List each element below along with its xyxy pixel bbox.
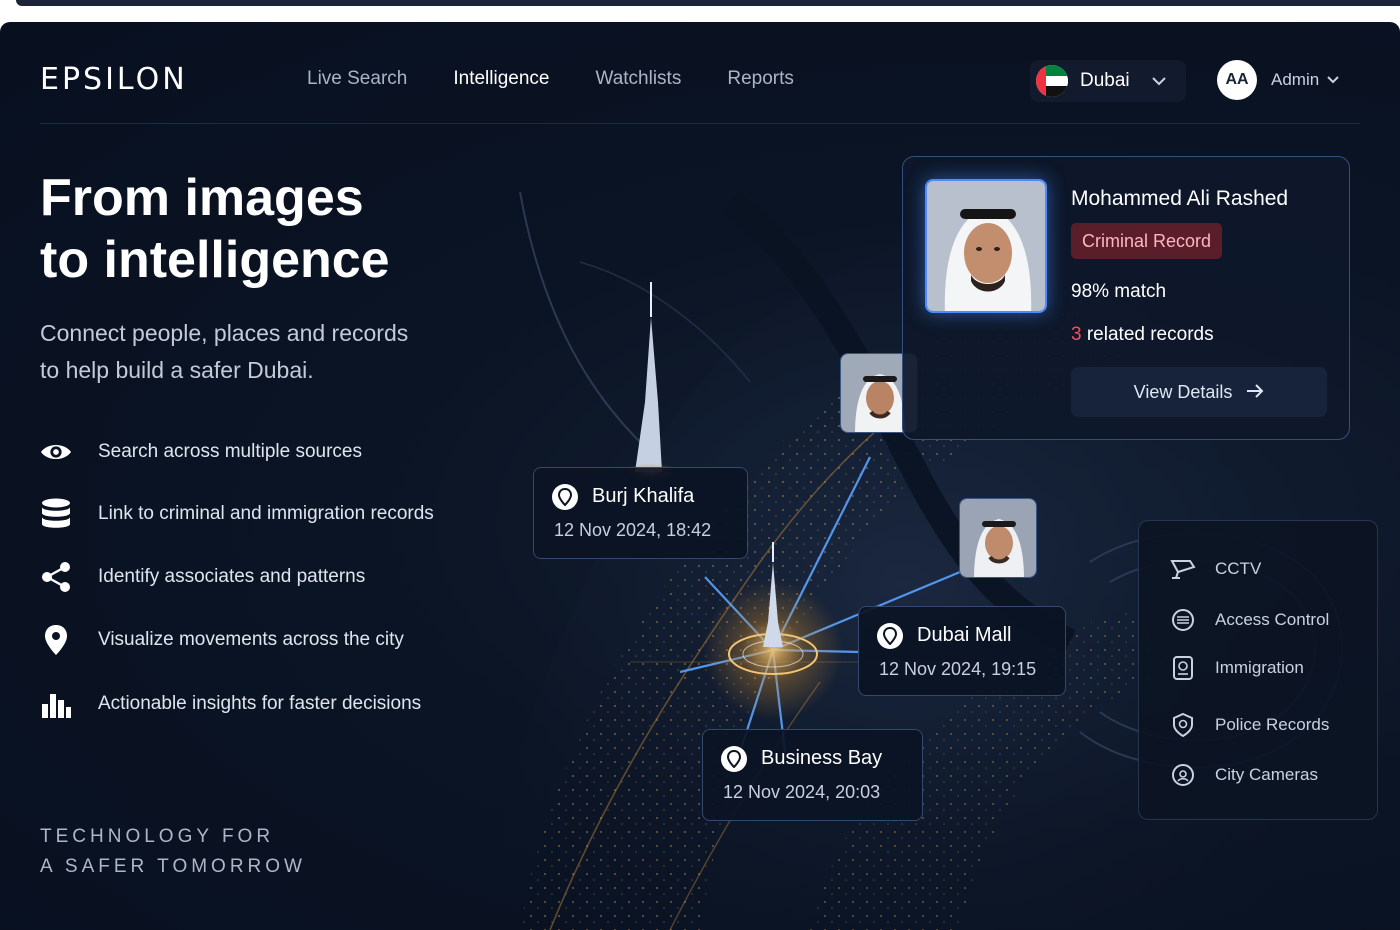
source-label: CCTV [1215, 559, 1262, 578]
source-access-control[interactable]: Access Control [1169, 606, 1329, 634]
police-badge-icon [1169, 711, 1197, 739]
source-immigration[interactable]: Immigration [1169, 654, 1304, 682]
arrow-right-icon [1246, 382, 1264, 403]
city-camera-icon [1169, 761, 1197, 789]
feature-text: Visualize movements across the city [98, 629, 404, 650]
header-divider [40, 123, 1360, 124]
feature-item: Search across multiple sources [40, 434, 510, 470]
browser-top-strip [0, 0, 1400, 22]
bar-chart-icon [40, 688, 72, 720]
status-badge: Criminal Record [1071, 223, 1223, 259]
nav-reports[interactable]: Reports [727, 68, 794, 90]
main-nav: Live Search Intelligence Watchlists Repo… [307, 68, 840, 90]
tagline: TECHNOLOGY FOR A SAFER TOMORROW [40, 822, 306, 882]
user-menu[interactable]: AA Admin [1217, 60, 1339, 100]
city-selector-value: Dubai [1080, 70, 1130, 91]
location-time: 12 Nov 2024, 20:03 [723, 782, 881, 802]
feature-text: Search across multiple sources [98, 441, 362, 462]
location-time: 12 Nov 2024, 18:42 [554, 520, 712, 540]
suspect-name: Mohammed Ali Rashed [1071, 187, 1289, 210]
match-score: 98% match [1071, 281, 1167, 302]
source-label: Immigration [1215, 658, 1304, 677]
location-marker-icon [552, 484, 578, 510]
subtitle-line-2: to help build a safer Dubai. [40, 357, 314, 383]
chevron-down-icon [1151, 73, 1166, 89]
location-name: Burj Khalifa [592, 485, 695, 507]
location-marker-icon [721, 746, 747, 772]
page-subtitle: Connect people, places and records to he… [40, 315, 480, 389]
source-label: Police Records [1215, 715, 1330, 734]
chevron-down-icon [1327, 73, 1339, 87]
associate-photo[interactable] [959, 498, 1037, 578]
title-line-2: to intelligence [40, 231, 390, 289]
feature-item: Link to criminal and immigration records [40, 496, 510, 532]
related-records: 3 related records [1071, 324, 1214, 346]
database-icon [40, 498, 72, 530]
nav-live-search[interactable]: Live Search [307, 68, 407, 90]
share-icon [40, 561, 72, 593]
browser-frame-edge [16, 0, 1400, 6]
nav-watchlists[interactable]: Watchlists [595, 68, 681, 90]
location-card-business-bay[interactable]: Business Bay 12 Nov 2024, 20:03 [702, 729, 923, 821]
feature-item: Identify associates and patterns [40, 559, 510, 595]
tagline-line-1: TECHNOLOGY FOR [40, 826, 275, 847]
uae-flag-icon [1036, 65, 1068, 97]
city-selector[interactable]: Dubai [1030, 60, 1186, 102]
location-name: Dubai Mall [917, 624, 1012, 646]
page-title: From images to intelligence [40, 167, 500, 291]
data-sources-panel: CCTV Access Control Immigration Police R… [1138, 520, 1378, 820]
immigration-icon [1169, 654, 1197, 682]
location-card-dubai-mall[interactable]: Dubai Mall 12 Nov 2024, 19:15 [858, 606, 1066, 696]
eye-icon [40, 436, 72, 468]
view-details-button[interactable]: View Details [1071, 367, 1327, 417]
source-label: Access Control [1215, 610, 1330, 629]
location-time: 12 Nov 2024, 19:15 [879, 659, 1037, 679]
avatar: AA [1217, 60, 1257, 100]
feature-text: Link to criminal and immigration records [98, 503, 434, 524]
subtitle-line-1: Connect people, places and records [40, 320, 409, 346]
related-label: related records [1081, 324, 1214, 345]
access-control-icon [1169, 606, 1197, 634]
cctv-icon [1169, 555, 1197, 583]
user-name: Admin [1271, 70, 1320, 89]
source-police-records[interactable]: Police Records [1169, 711, 1329, 739]
suspect-photo[interactable] [925, 179, 1047, 313]
feature-text: Identify associates and patterns [98, 566, 366, 587]
app-window: EPSILON Live Search Intelligence Watchli… [0, 22, 1400, 930]
location-card-burj-khalifa[interactable]: Burj Khalifa 12 Nov 2024, 18:42 [533, 467, 748, 559]
view-details-label: View Details [1133, 381, 1233, 402]
location-name: Business Bay [761, 747, 883, 769]
source-city-cameras[interactable]: City Cameras [1169, 761, 1318, 789]
nav-intelligence[interactable]: Intelligence [453, 68, 549, 90]
location-marker-icon [877, 623, 903, 649]
title-line-1: From images [40, 169, 364, 227]
feature-text: Actionable insights for faster decisions [98, 693, 422, 714]
source-label: City Cameras [1215, 765, 1318, 784]
related-count: 3 [1071, 324, 1082, 345]
source-cctv[interactable]: CCTV [1169, 555, 1261, 583]
feature-item: Visualize movements across the city [40, 622, 510, 658]
tagline-line-2: A SAFER TOMORROW [40, 856, 306, 877]
location-pin-icon [40, 624, 72, 656]
feature-item: Actionable insights for faster decisions [40, 686, 510, 722]
app-logo[interactable]: EPSILON [40, 62, 188, 97]
suspect-profile-card[interactable]: Mohammed Ali Rashed Criminal Record 98% … [902, 156, 1350, 440]
